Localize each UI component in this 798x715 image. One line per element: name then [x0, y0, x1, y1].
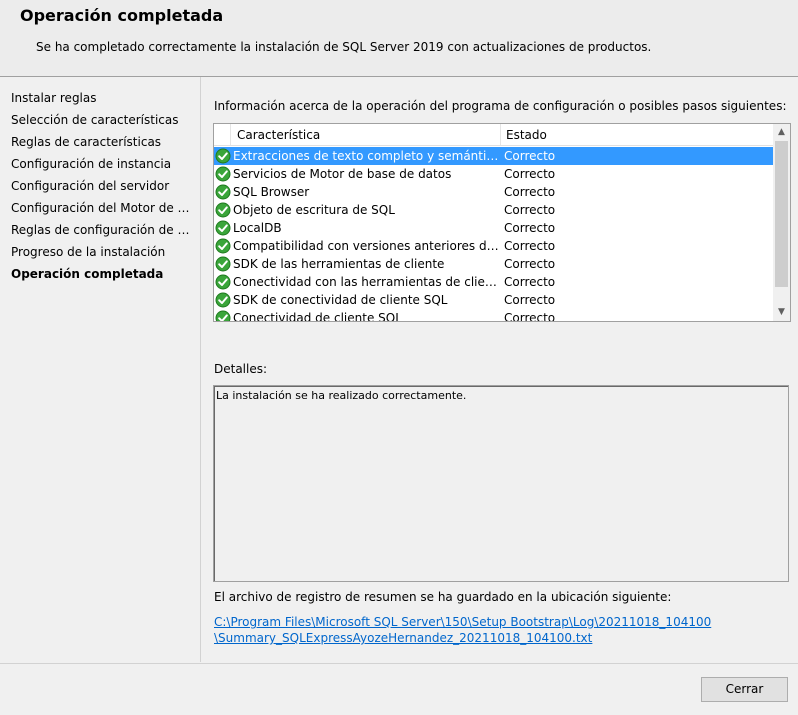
feature-cell: Conectividad de cliente SQL [233, 311, 402, 322]
status-cell: Correcto [504, 167, 556, 181]
status-cell: Correcto [504, 311, 556, 322]
scroll-down-icon[interactable]: ▼ [773, 304, 790, 321]
status-cell: Correcto [504, 239, 556, 253]
feature-status-table[interactable]: Característica Estado Extracciones de te… [213, 123, 791, 322]
success-check-icon [215, 166, 231, 182]
feature-cell: Objeto de escritura de SQL [233, 203, 395, 217]
status-cell: Correcto [504, 149, 556, 163]
success-check-icon [215, 256, 231, 272]
close-button[interactable]: Cerrar [701, 677, 788, 702]
log-label: El archivo de registro de resumen se ha … [214, 590, 672, 604]
details-textbox[interactable]: La instalación se ha realizado correctam… [213, 385, 789, 582]
sidebar-step: Reglas de configuración de car... [11, 223, 191, 237]
column-separator [230, 124, 231, 145]
column-header-status[interactable]: Estado [506, 128, 547, 142]
sidebar-step: Reglas de características [11, 135, 162, 149]
success-check-icon [215, 238, 231, 254]
status-cell: Correcto [504, 293, 556, 307]
table-header: Característica Estado [214, 124, 773, 146]
status-cell: Correcto [504, 275, 556, 289]
success-check-icon [215, 202, 231, 218]
column-header-feature[interactable]: Característica [237, 128, 320, 142]
feature-cell: SQL Browser [233, 185, 310, 199]
feature-cell: LocalDB [233, 221, 282, 235]
feature-cell: Compatibilidad con versiones anteriores … [233, 239, 499, 253]
feature-cell: SDK de conectividad de cliente SQL [233, 293, 448, 307]
page-subtitle: Se ha completado correctamente la instal… [36, 40, 652, 54]
scrollbar-thumb[interactable] [775, 141, 788, 287]
success-check-icon [215, 184, 231, 200]
table-row[interactable]: Conectividad de cliente SQL Correcto [214, 309, 773, 322]
feature-cell: Extracciones de texto completo y semánti… [233, 149, 499, 163]
feature-cell: Conectividad con las herramientas de cli… [233, 275, 499, 289]
sidebar-steps: Instalar reglas Selección de característi… [0, 77, 201, 662]
success-check-icon [215, 148, 231, 164]
table-row[interactable]: SDK de conectividad de cliente SQL Correc… [214, 291, 773, 309]
table-row[interactable]: Objeto de escritura de SQL Correcto [214, 201, 773, 219]
footer-bar [0, 663, 798, 715]
scroll-up-icon[interactable]: ▲ [773, 124, 790, 141]
feature-cell: Servicios de Motor de base de datos [233, 167, 452, 181]
table-row[interactable]: SDK de las herramientas de cliente Correc… [214, 255, 773, 273]
page-title: Operación completada [20, 6, 224, 25]
sidebar-step: Configuración del Motor de ba... [11, 201, 191, 215]
status-cell: Correcto [504, 221, 556, 235]
vertical-scrollbar[interactable]: ▲ ▼ [773, 124, 790, 321]
header: Operación completada Se ha completado co… [0, 0, 798, 77]
success-check-icon [215, 274, 231, 290]
status-cell: Correcto [504, 203, 556, 217]
info-label: Información acerca de la operación del p… [214, 99, 787, 113]
sidebar-step: Instalar reglas [11, 91, 97, 105]
sidebar-step: Configuración del servidor [11, 179, 170, 193]
table-row[interactable]: Extracciones de texto completo y semánti… [214, 147, 773, 165]
column-separator[interactable] [500, 124, 501, 145]
table-row[interactable]: SQL Browser Correcto [214, 183, 773, 201]
success-check-icon [215, 310, 231, 321]
status-cell: Correcto [504, 185, 556, 199]
sidebar-step: Configuración de instancia [11, 157, 172, 171]
details-label: Detalles: [214, 362, 268, 376]
feature-cell: SDK de las herramientas de cliente [233, 257, 445, 271]
table-row[interactable]: LocalDB Correcto [214, 219, 773, 237]
log-file-link-line2[interactable]: \Summary_SQLExpressAyozeHernandez_202110… [214, 631, 592, 645]
details-text: La instalación se ha realizado correctam… [216, 389, 467, 402]
log-file-link-line1[interactable]: C:\Program Files\Microsoft SQL Server\15… [214, 615, 711, 629]
table-row[interactable]: Conectividad con las herramientas de cli… [214, 273, 773, 291]
table-row[interactable]: Servicios de Motor de base de datos Corre… [214, 165, 773, 183]
sidebar-step: Progreso de la instalación [11, 245, 166, 259]
success-check-icon [215, 292, 231, 308]
success-check-icon [215, 220, 231, 236]
sidebar-step: Selección de características [11, 113, 179, 127]
table-row[interactable]: Compatibilidad con versiones anteriores … [214, 237, 773, 255]
status-cell: Correcto [504, 257, 556, 271]
sidebar-step: Operación completada [11, 267, 164, 281]
